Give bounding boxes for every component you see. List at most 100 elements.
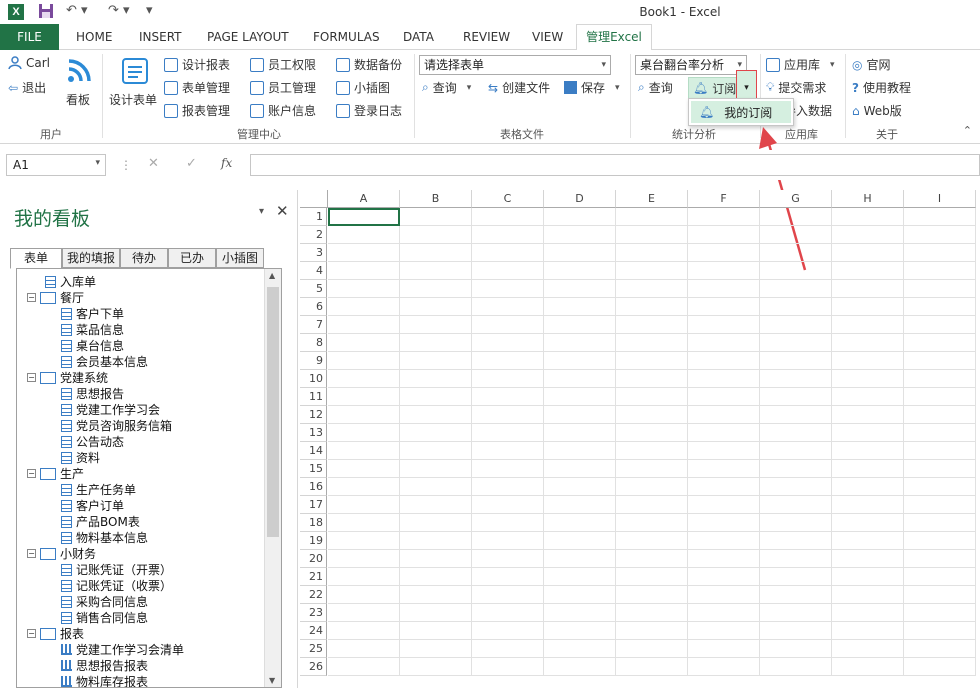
tree-item[interactable]: 入库单 (45, 273, 96, 290)
cell[interactable] (544, 622, 616, 640)
cell[interactable] (328, 334, 400, 352)
cell[interactable] (472, 478, 544, 496)
cell[interactable] (400, 334, 472, 352)
account-info-button[interactable]: 账户信息 (250, 102, 316, 119)
tab-data[interactable]: DATA (403, 30, 434, 44)
cell[interactable] (472, 424, 544, 442)
cell[interactable] (544, 514, 616, 532)
cell[interactable] (544, 316, 616, 334)
cell[interactable] (616, 496, 688, 514)
cell[interactable] (832, 640, 904, 658)
cell[interactable] (544, 496, 616, 514)
cell[interactable] (688, 622, 760, 640)
cell[interactable] (328, 280, 400, 298)
cell[interactable] (760, 262, 832, 280)
tree-item[interactable]: 党建工作学习会清单 (61, 641, 184, 658)
cell[interactable] (616, 226, 688, 244)
cell[interactable] (832, 568, 904, 586)
cell[interactable] (760, 640, 832, 658)
cell[interactable] (760, 280, 832, 298)
cell[interactable] (832, 496, 904, 514)
cell[interactable] (904, 226, 976, 244)
cell[interactable] (400, 640, 472, 658)
tree-item[interactable]: 客户订单 (61, 497, 124, 514)
select-all-corner[interactable] (300, 190, 328, 208)
cell[interactable] (544, 460, 616, 478)
small-chart-button[interactable]: 小插图 (336, 79, 390, 96)
cell[interactable] (904, 550, 976, 568)
cell[interactable] (832, 388, 904, 406)
cell[interactable] (544, 244, 616, 262)
cell[interactable] (400, 460, 472, 478)
cell[interactable] (616, 406, 688, 424)
cell[interactable] (472, 532, 544, 550)
cell[interactable] (472, 568, 544, 586)
row-header[interactable]: 13 (300, 424, 327, 442)
cell[interactable] (472, 244, 544, 262)
cell[interactable] (688, 298, 760, 316)
tree-scrollbar[interactable]: ▲ ▼ (264, 269, 281, 687)
cell[interactable] (688, 460, 760, 478)
cell[interactable] (400, 208, 472, 226)
user-button[interactable]: Carl (8, 56, 50, 70)
row-header[interactable]: 7 (300, 316, 327, 334)
cell[interactable] (544, 640, 616, 658)
cell[interactable] (832, 298, 904, 316)
collapse-icon[interactable]: − (27, 469, 36, 478)
cell[interactable] (688, 586, 760, 604)
cell[interactable] (472, 262, 544, 280)
cell[interactable] (328, 532, 400, 550)
cell[interactable] (400, 442, 472, 460)
row-header[interactable]: 17 (300, 496, 327, 514)
tab-review[interactable]: REVIEW (463, 30, 510, 44)
cell[interactable] (400, 658, 472, 676)
cell[interactable] (472, 640, 544, 658)
cell[interactable] (760, 334, 832, 352)
row-header[interactable]: 9 (300, 352, 327, 370)
tree-item[interactable]: 采购合同信息 (61, 593, 148, 610)
cell[interactable] (760, 532, 832, 550)
tree-folder[interactable]: − 生产 (27, 465, 84, 482)
subscribe-dropdown-button[interactable]: ▾ (736, 70, 757, 100)
tab-file[interactable]: FILE (0, 24, 59, 50)
pane-tab-my-submissions[interactable]: 我的填报 (62, 248, 120, 268)
cell[interactable] (760, 424, 832, 442)
column-header[interactable]: F (688, 190, 760, 208)
cell[interactable] (760, 226, 832, 244)
row-header[interactable]: 16 (300, 478, 327, 496)
cell[interactable] (400, 550, 472, 568)
cell[interactable] (904, 640, 976, 658)
cell[interactable] (328, 442, 400, 460)
row-header[interactable]: 11 (300, 388, 327, 406)
cell[interactable] (400, 424, 472, 442)
column-header[interactable]: D (544, 190, 616, 208)
row-header[interactable]: 26 (300, 658, 327, 676)
cell[interactable] (472, 406, 544, 424)
table-mgmt-button[interactable]: 表单管理 (164, 79, 230, 96)
row-header[interactable]: 25 (300, 640, 327, 658)
cell[interactable] (616, 460, 688, 478)
cell[interactable] (472, 316, 544, 334)
cell[interactable] (544, 424, 616, 442)
cell[interactable] (328, 298, 400, 316)
tree-folder[interactable]: − 报表 (27, 625, 84, 642)
cell[interactable] (472, 514, 544, 532)
cell[interactable] (832, 658, 904, 676)
cell[interactable] (688, 658, 760, 676)
cell[interactable] (904, 568, 976, 586)
cell[interactable] (400, 568, 472, 586)
data-backup-button[interactable]: 数据备份 (336, 56, 402, 73)
tree-item[interactable]: 销售合同信息 (61, 609, 148, 626)
tree-item[interactable]: 客户下单 (61, 305, 124, 322)
cell[interactable] (832, 442, 904, 460)
row-header[interactable]: 6 (300, 298, 327, 316)
pane-tab-done[interactable]: 已办 (168, 248, 216, 268)
cell[interactable] (760, 622, 832, 640)
cell[interactable] (544, 226, 616, 244)
design-report-button[interactable]: 设计报表 (164, 56, 230, 73)
cell[interactable] (328, 244, 400, 262)
tree-folder[interactable]: − 小财务 (27, 545, 96, 562)
cell[interactable] (688, 532, 760, 550)
cell[interactable] (904, 442, 976, 460)
cell[interactable] (616, 640, 688, 658)
